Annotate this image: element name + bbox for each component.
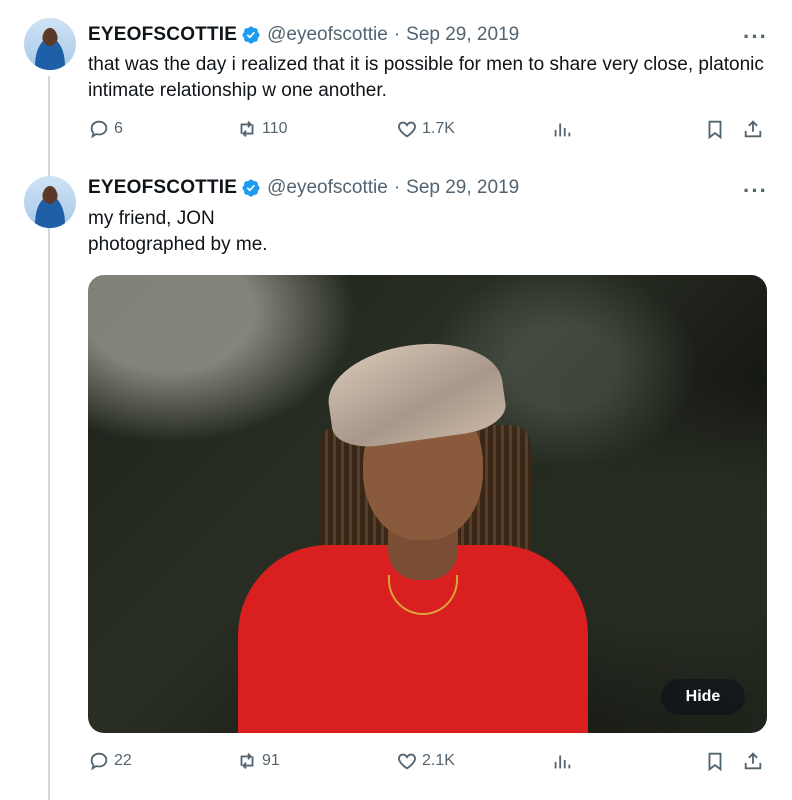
tweet-photo[interactable] (88, 275, 767, 733)
hide-button[interactable]: Hide (661, 679, 745, 715)
like-icon (398, 121, 416, 138)
reply-button[interactable]: 6 (88, 118, 123, 140)
reply-icon (90, 752, 108, 771)
like-icon (398, 753, 416, 770)
display-name[interactable]: EYEOFSCOTTIE (88, 177, 237, 199)
handle[interactable]: @eyeofscottie (267, 24, 388, 46)
views-button[interactable] (551, 118, 577, 140)
avatar[interactable] (24, 176, 76, 228)
tweet-header: EYEOFSCOTTIE @eyeofscottie · Sep 29, 201… (88, 24, 519, 46)
share-icon (744, 752, 762, 770)
more-icon[interactable]: ··· (743, 24, 768, 50)
reply-icon (90, 120, 108, 139)
retweet-button[interactable]: 110 (236, 118, 288, 140)
share-button[interactable] (742, 118, 768, 140)
retweet-count: 110 (262, 120, 288, 137)
tweet-header: EYEOFSCOTTIE @eyeofscottie · Sep 29, 201… (88, 177, 519, 199)
tweet[interactable]: EYEOFSCOTTIE @eyeofscottie · Sep 29, 201… (0, 0, 792, 168)
retweet-icon (240, 753, 254, 769)
bookmark-icon (708, 120, 722, 140)
tweet-text-line: photographed by me. (88, 234, 268, 255)
views-icon (554, 755, 571, 769)
like-button[interactable]: 2.1K (396, 750, 455, 772)
views-icon (554, 123, 571, 137)
like-count: 1.7K (422, 120, 455, 137)
verified-icon (242, 26, 260, 44)
action-bar: 22 91 2.1K (88, 750, 768, 780)
retweet-count: 91 (262, 752, 280, 769)
timestamp[interactable]: Sep 29, 2019 (406, 24, 519, 46)
views-button[interactable] (551, 750, 577, 772)
retweet-icon (240, 121, 254, 137)
tweet-text: that was the day i realized that it is p… (88, 54, 764, 101)
bookmark-button[interactable] (704, 118, 730, 140)
share-icon (744, 120, 762, 138)
reply-button[interactable]: 22 (88, 750, 132, 772)
bookmark-icon (708, 752, 722, 772)
bookmark-button[interactable] (704, 750, 730, 772)
retweet-button[interactable]: 91 (236, 750, 280, 772)
separator: · (393, 177, 401, 198)
verified-icon (242, 179, 260, 197)
separator: · (393, 24, 401, 45)
like-button[interactable]: 1.7K (396, 118, 455, 140)
reply-count: 22 (114, 752, 132, 769)
more-icon[interactable]: ··· (743, 178, 768, 204)
avatar[interactable] (24, 18, 76, 70)
reply-count: 6 (114, 120, 123, 137)
share-button[interactable] (742, 750, 768, 772)
timestamp[interactable]: Sep 29, 2019 (406, 177, 519, 199)
tweet-text-line: my friend, JON (88, 208, 215, 229)
tweet-text: my friend, JON photographed by me. (88, 206, 768, 258)
action-bar: 6 110 1.7K (88, 118, 768, 148)
handle[interactable]: @eyeofscottie (267, 177, 388, 199)
like-count: 2.1K (422, 752, 455, 769)
display-name[interactable]: EYEOFSCOTTIE (88, 24, 237, 46)
